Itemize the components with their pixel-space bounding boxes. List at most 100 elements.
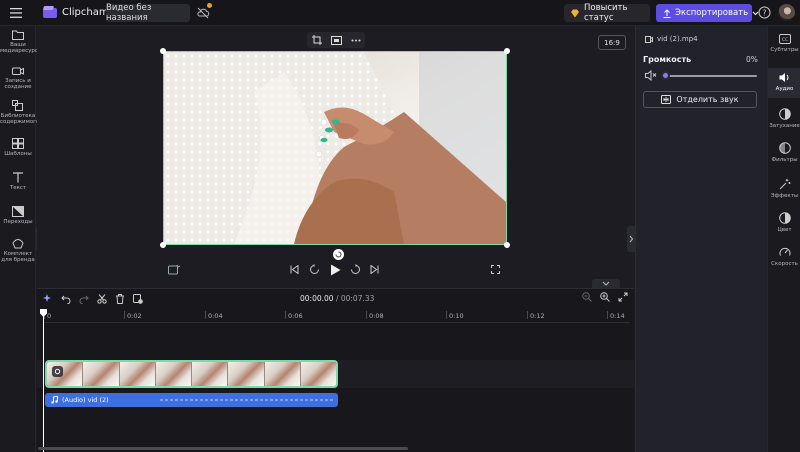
sidebar-item-label: Комплект для бренда (1, 251, 35, 263)
svg-text:?: ? (763, 8, 767, 17)
tick-label: 0 (47, 312, 52, 320)
video-clip[interactable] (45, 360, 338, 388)
camera-icon (0, 66, 36, 76)
sidebar-item-label: Эффекты (770, 193, 799, 199)
resize-handle[interactable] (160, 48, 166, 54)
current-time: 00:00.00 (300, 294, 334, 303)
redo-icon[interactable] (79, 294, 89, 304)
sidebar-item-captions[interactable]: CC Субтитры (768, 34, 800, 64)
sidebar-item-text[interactable]: Текст (0, 172, 36, 191)
fit-timeline-icon[interactable] (618, 292, 628, 302)
sidebar-item-color[interactable]: Цвет (768, 212, 800, 242)
avatar[interactable] (778, 4, 795, 21)
video-preview[interactable] (163, 51, 507, 245)
detach-audio-icon (661, 95, 672, 104)
sidebar-item-label: Фильтры (771, 157, 798, 163)
zoom-in-icon[interactable] (600, 292, 610, 302)
timeline-scrollbar[interactable] (38, 447, 408, 450)
video-frame-image (164, 52, 506, 244)
mute-icon[interactable] (645, 70, 657, 81)
properties-panel (635, 26, 767, 452)
sidebar-item-speed[interactable]: Скорость (768, 246, 800, 276)
zoom-out-icon[interactable] (582, 292, 592, 302)
sidebar-item-label: Скорость (771, 261, 798, 267)
right-panel-collapse-button[interactable] (627, 226, 635, 252)
sidebar-item-label: Субтитры (770, 47, 799, 53)
volume-value: 0% (746, 55, 758, 64)
preview-toolbar (307, 32, 365, 48)
sidebar-item-templates[interactable]: Шаблоны (0, 138, 36, 157)
color-icon (768, 212, 800, 224)
timeline-toggle-button[interactable] (592, 279, 620, 288)
audio-waveform (160, 399, 335, 401)
video-title-field[interactable]: Видео без названия (106, 3, 190, 23)
resize-handle[interactable] (504, 242, 510, 248)
magic-icon[interactable] (43, 294, 53, 304)
sidebar-item-label: Библиотека содержимого (0, 113, 40, 125)
skip-back-icon[interactable] (290, 265, 299, 274)
skip-forward-icon[interactable] (370, 265, 379, 274)
sidebar-item-label: Шаблоны (4, 151, 32, 157)
sidebar-item-label: Ваши медиаресурсы (0, 42, 43, 54)
export-label: Экспортировать (675, 8, 749, 18)
sidebar-item-fade[interactable]: Затухание (768, 108, 800, 138)
upgrade-button[interactable]: Повысить статус (564, 3, 650, 23)
rotate-handle[interactable] (333, 249, 344, 260)
more-icon[interactable] (351, 39, 361, 42)
sidebar-item-audio[interactable]: Аудио (768, 68, 800, 98)
export-button[interactable]: Экспортировать (656, 4, 759, 22)
resize-handle[interactable] (504, 48, 510, 54)
delete-icon[interactable] (115, 294, 125, 304)
menu-icon[interactable] (10, 7, 24, 19)
volume-slider-track[interactable] (664, 75, 757, 77)
captions-icon: CC (768, 34, 800, 44)
sync-status-dot (207, 3, 212, 8)
svg-text:CC: CC (781, 37, 787, 43)
sidebar-item-label: Затухание (769, 123, 800, 129)
transitions-icon (0, 206, 36, 217)
add-media-icon[interactable] (133, 294, 143, 304)
playhead[interactable] (43, 309, 44, 452)
detach-audio-button[interactable]: Отделить звук (643, 91, 757, 108)
rewind-5-icon[interactable] (309, 264, 320, 275)
help-icon[interactable]: ? (758, 6, 771, 19)
sidebar-item-effects[interactable]: Эффекты (768, 178, 800, 208)
sidebar-item-record[interactable]: Запись и создание (0, 66, 36, 90)
timeline-ruler[interactable]: 0 0:02 0:04 0:06 0:08 0:10 0:12 0:14 (44, 309, 630, 323)
sidebar-item-transitions[interactable]: Переходы (0, 206, 36, 225)
sidebar-item-filters[interactable]: Фильтры (768, 142, 800, 172)
magic-camera-icon[interactable] (168, 264, 180, 275)
left-sidebar: Ваши медиаресурсы Запись и создание Библ… (0, 26, 42, 452)
audio-icon (768, 72, 800, 83)
sidebar-item-label: Запись и создание (4, 78, 32, 90)
forward-5-icon[interactable] (350, 264, 361, 275)
playback-controls (163, 262, 507, 278)
tick-label: 0:14 (610, 312, 625, 320)
sidebar-item-media[interactable]: Ваши медиаресурсы (0, 30, 42, 54)
speed-icon (768, 246, 800, 258)
split-icon[interactable] (97, 294, 107, 304)
undo-icon[interactable] (61, 294, 71, 304)
upload-icon (663, 8, 671, 18)
volume-slider-thumb[interactable] (661, 71, 670, 80)
clip-settings-icon[interactable] (52, 366, 63, 377)
sidebar-item-label: Аудио (775, 86, 794, 92)
play-icon[interactable] (330, 264, 341, 276)
fit-icon[interactable] (330, 35, 342, 45)
brand-kit-icon (0, 238, 36, 249)
file-name-label: vid (2).mp4 (657, 35, 698, 43)
filters-icon (768, 142, 800, 154)
sidebar-item-brand-kit[interactable]: Комплект для бренда (0, 238, 36, 263)
tick-label: 0:02 (127, 312, 142, 320)
fade-icon (768, 108, 800, 120)
fullscreen-icon[interactable] (491, 265, 500, 274)
crop-icon[interactable] (311, 35, 322, 45)
sidebar-item-library[interactable]: Библиотека содержимого (0, 100, 40, 125)
cloud-sync-off-icon[interactable] (196, 6, 210, 20)
resize-handle[interactable] (160, 242, 166, 248)
timeline-toolbar (43, 292, 143, 306)
zoom-controls (582, 292, 628, 302)
effects-icon (768, 178, 800, 190)
diamond-icon (570, 9, 580, 18)
aspect-ratio-button[interactable]: 16:9 (598, 35, 626, 50)
